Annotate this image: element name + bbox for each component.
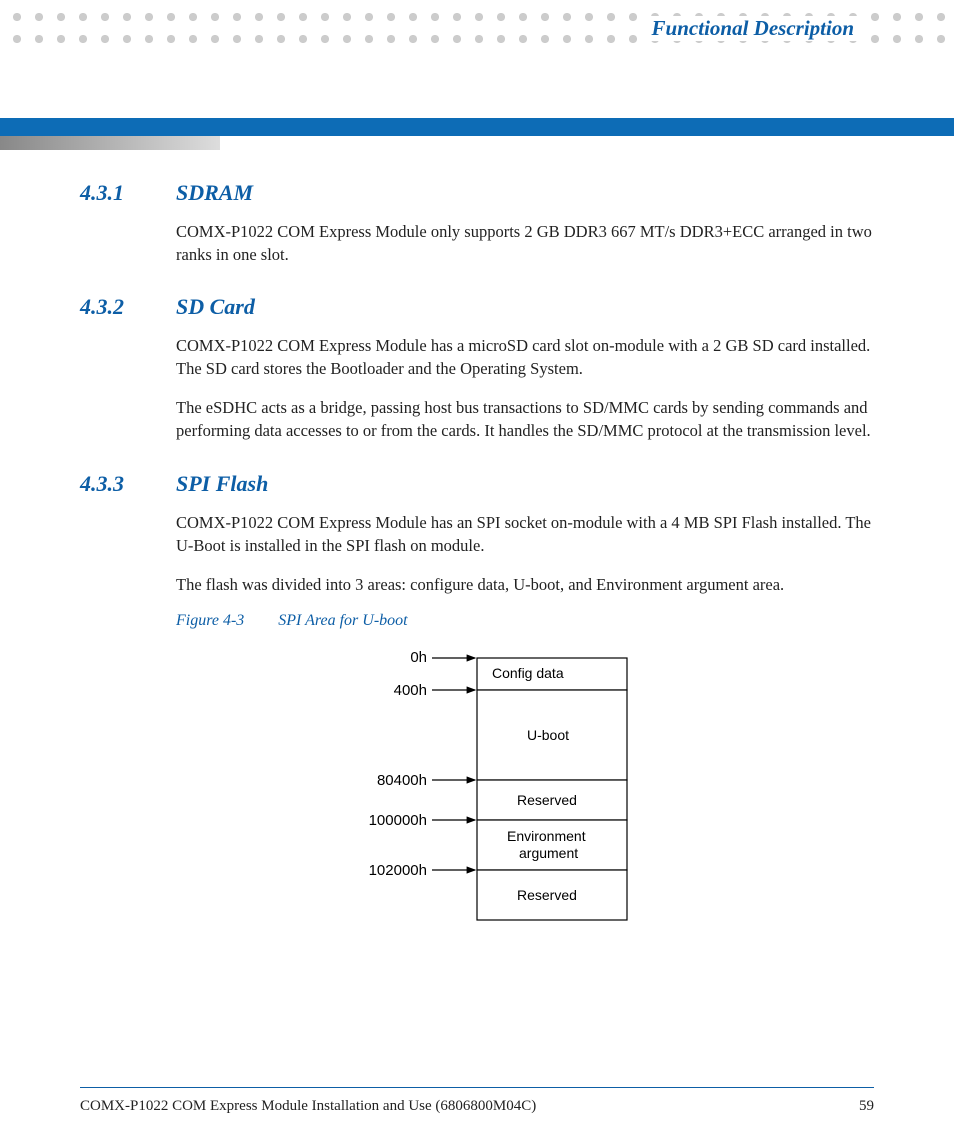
mem-address: 102000h xyxy=(369,862,427,879)
chapter-title: Functional Description xyxy=(642,16,864,41)
section-sdram: 4.3.1 SDRAM COMX-P1022 COM Express Modul… xyxy=(80,180,874,266)
mem-address: 0h xyxy=(410,649,427,666)
paragraph: COMX-P1022 COM Express Module only suppo… xyxy=(176,220,874,266)
paragraph: COMX-P1022 COM Express Module has a micr… xyxy=(176,334,874,380)
paragraph: The flash was divided into 3 areas: conf… xyxy=(176,573,874,596)
footer-page-number: 59 xyxy=(859,1098,874,1115)
mem-region: Reserved xyxy=(517,887,577,903)
mem-region: Reserved xyxy=(517,792,577,808)
mem-address: 80400h xyxy=(377,772,427,789)
section-number: 4.3.2 xyxy=(80,294,136,320)
section-number: 4.3.1 xyxy=(80,180,136,206)
section-number: 4.3.3 xyxy=(80,471,136,497)
header-gradient-bar xyxy=(0,136,220,150)
section-title: SPI Flash xyxy=(176,471,268,497)
mem-address: 400h xyxy=(394,682,427,699)
page-footer: COMX-P1022 COM Express Module Installati… xyxy=(80,1087,874,1115)
mem-region: Environment xyxy=(507,828,586,844)
section-spiflash: 4.3.3 SPI Flash COMX-P1022 COM Express M… xyxy=(80,471,874,948)
section-heading: 4.3.3 SPI Flash xyxy=(80,471,874,497)
paragraph: The eSDHC acts as a bridge, passing host… xyxy=(176,396,874,442)
header-blue-bar xyxy=(0,118,954,136)
mem-region: U-boot xyxy=(527,727,569,743)
section-sdcard: 4.3.2 SD Card COMX-P1022 COM Express Mod… xyxy=(80,294,874,442)
paragraph: COMX-P1022 COM Express Module has an SPI… xyxy=(176,511,874,557)
section-title: SD Card xyxy=(176,294,255,320)
figure-title: SPI Area for U-boot xyxy=(278,612,407,629)
section-title: SDRAM xyxy=(176,180,253,206)
figure-caption: Figure 4-3 SPI Area for U-boot xyxy=(176,612,874,630)
page-content: 4.3.1 SDRAM COMX-P1022 COM Express Modul… xyxy=(80,180,874,976)
section-heading: 4.3.2 SD Card xyxy=(80,294,874,320)
section-heading: 4.3.1 SDRAM xyxy=(80,180,874,206)
mem-region: argument xyxy=(519,845,578,861)
figure-number: Figure 4-3 xyxy=(176,612,244,629)
footer-doc-title: COMX-P1022 COM Express Module Installati… xyxy=(80,1098,536,1115)
spi-memory-map-diagram: Config data U-boot Reserved Environment … xyxy=(297,648,657,948)
mem-address: 100000h xyxy=(369,812,427,829)
mem-region: Config data xyxy=(492,665,564,681)
